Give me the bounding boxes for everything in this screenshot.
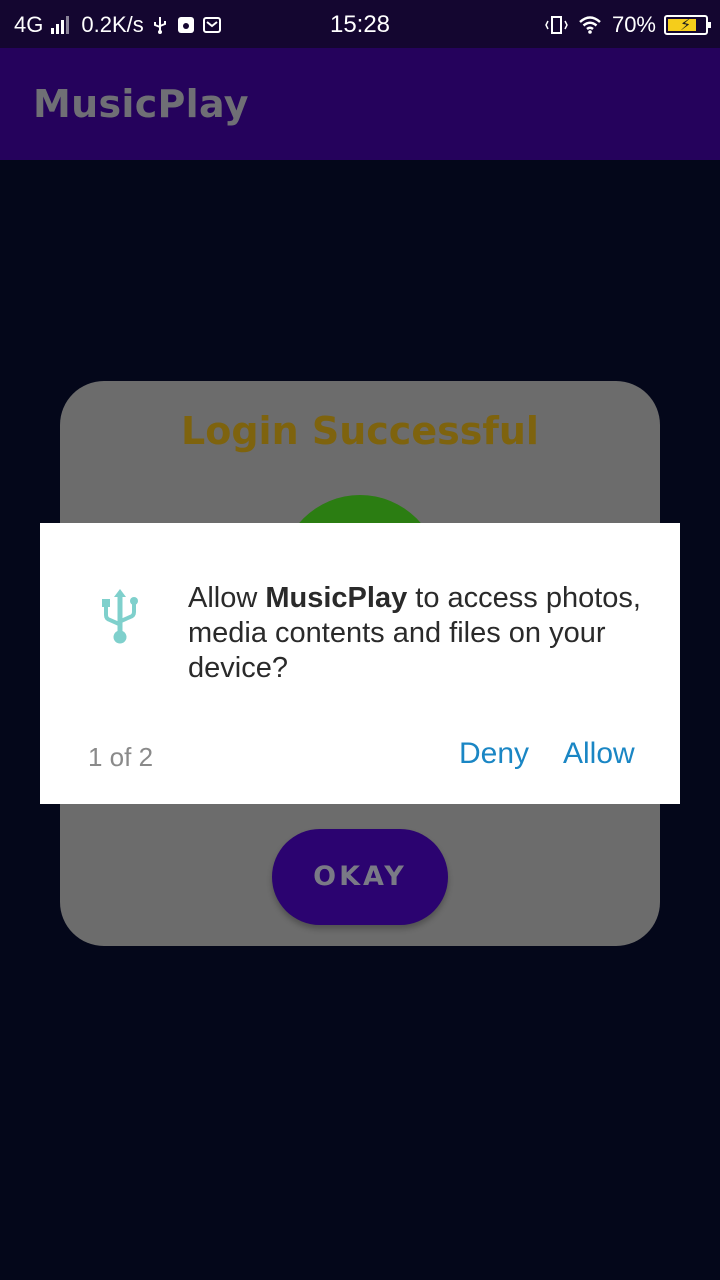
battery-percent: 70% [611, 12, 656, 37]
wifi-icon [579, 16, 601, 34]
dialog-message-prefix: Allow [188, 582, 266, 614]
vibrate-icon [545, 16, 568, 34]
page-count: 1 of 2 [88, 742, 154, 772]
deny-button[interactable]: Deny [459, 737, 529, 771]
battery-icon: ⚡ [664, 15, 711, 35]
app-title: MusicPlay [33, 82, 249, 126]
card-title: Login Successful [181, 409, 539, 453]
usb-icon [102, 589, 138, 644]
app-bar: MusicPlay [0, 48, 720, 160]
status-bar: 4G 0.2K/s 15:28 70% ⚡ [0, 0, 720, 48]
dialog-message: Allow MusicPlay to access photos, media … [188, 581, 658, 686]
okay-button[interactable]: OKAY [272, 829, 448, 925]
dialog-app-name: MusicPlay [265, 582, 408, 614]
status-right: 70% ⚡ [544, 12, 711, 38]
allow-button[interactable]: Allow [563, 737, 635, 771]
permission-dialog: Allow MusicPlay to access photos, media … [40, 523, 680, 804]
